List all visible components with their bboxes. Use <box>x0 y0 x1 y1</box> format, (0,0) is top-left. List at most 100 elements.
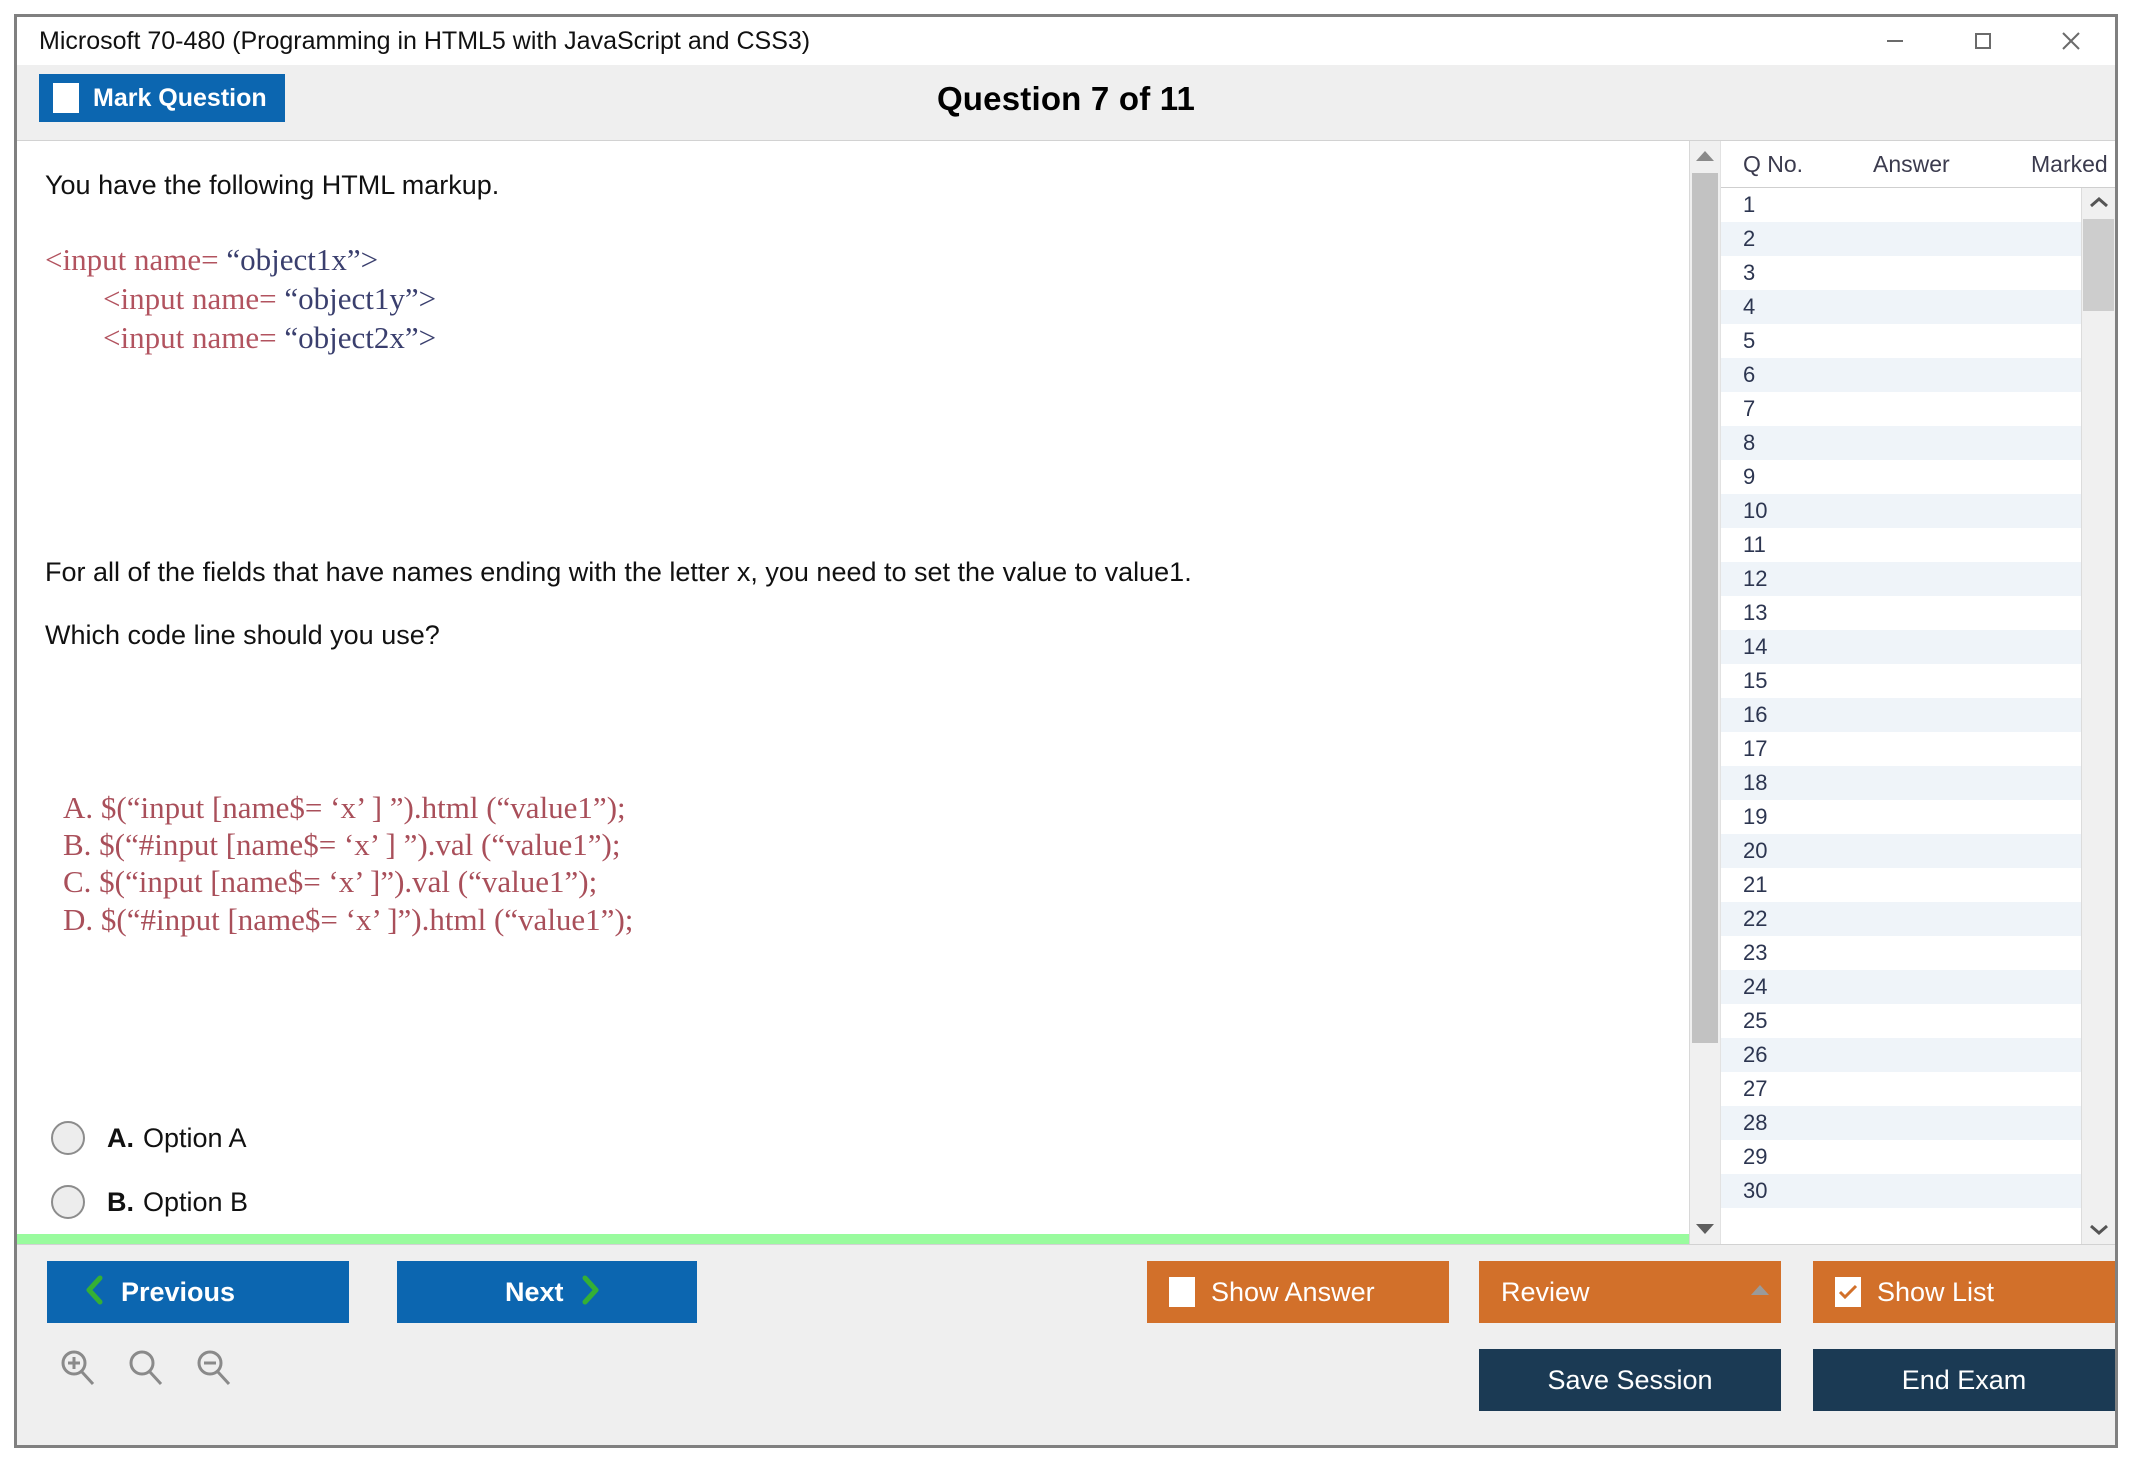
question-list-row-number: 1 <box>1721 192 1811 218</box>
show-answer-checkbox-icon[interactable] <box>1169 1277 1195 1307</box>
question-list-row-number: 12 <box>1721 566 1811 592</box>
question-list-row[interactable]: 11 <box>1721 528 2082 562</box>
save-session-button[interactable]: Save Session <box>1479 1349 1781 1411</box>
show-answer-button[interactable]: Show Answer <box>1147 1261 1449 1323</box>
question-list-row[interactable]: 7 <box>1721 392 2082 426</box>
question-list-row[interactable]: 26 <box>1721 1038 2082 1072</box>
question-list-row-number: 6 <box>1721 362 1811 388</box>
question-list-row[interactable]: 14 <box>1721 630 2082 664</box>
zoom-controls <box>57 1347 235 1394</box>
question-list-row[interactable]: 17 <box>1721 732 2082 766</box>
question-pane: You have the following HTML markup. <inp… <box>17 141 1689 1244</box>
window-controls <box>1851 17 2115 65</box>
code-option-line: A. $(“input [name$= ‘x’ ] ”).html (“valu… <box>63 789 633 826</box>
chevron-right-icon <box>580 1275 600 1310</box>
list-scroll-down-icon[interactable] <box>2082 1214 2115 1244</box>
question-list-row[interactable]: 6 <box>1721 358 2082 392</box>
question-list-row[interactable]: 18 <box>1721 766 2082 800</box>
list-scroll-up-icon[interactable] <box>2082 188 2115 218</box>
answer-option-b[interactable]: B. Option B <box>17 1170 1689 1234</box>
close-icon[interactable] <box>2027 17 2115 65</box>
question-list-row-number: 10 <box>1721 498 1811 524</box>
scroll-up-icon[interactable] <box>1690 141 1720 171</box>
previous-button[interactable]: Previous <box>47 1261 349 1323</box>
question-list-row[interactable]: 13 <box>1721 596 2082 630</box>
code-options-snippet: A. $(“input [name$= ‘x’ ] ”).html (“valu… <box>63 789 633 938</box>
question-list-scrollbar[interactable] <box>2081 188 2115 1244</box>
question-list-row[interactable]: 30 <box>1721 1174 2082 1208</box>
question-list-row[interactable]: 15 <box>1721 664 2082 698</box>
question-list-row-number: 17 <box>1721 736 1811 762</box>
question-list-row[interactable]: 19 <box>1721 800 2082 834</box>
question-list-row[interactable]: 12 <box>1721 562 2082 596</box>
question-list-row[interactable]: 29 <box>1721 1140 2082 1174</box>
question-list-pane: Q No. Answer Marked 12345678910111213141… <box>1720 141 2115 1244</box>
question-list-row-number: 7 <box>1721 396 1811 422</box>
column-header-answer: Answer <box>1873 151 1950 178</box>
markup-line: <input name= “object1y”> <box>45 280 436 319</box>
footer-toolbar: Previous Next Show Answer Review Show Li… <box>17 1244 2115 1445</box>
radio-icon[interactable] <box>51 1185 85 1219</box>
question-list-row[interactable]: 28 <box>1721 1106 2082 1140</box>
question-list-row[interactable]: 4 <box>1721 290 2082 324</box>
question-list-row-number: 26 <box>1721 1042 1811 1068</box>
answer-option-a[interactable]: A. Option A <box>17 1106 1689 1170</box>
markup-tag: <input name= <box>103 320 284 355</box>
markup-tag-close: > <box>419 320 436 355</box>
question-list-row[interactable]: 1 <box>1721 188 2082 222</box>
question-list-row[interactable]: 2 <box>1721 222 2082 256</box>
zoom-out-icon[interactable] <box>193 1347 235 1394</box>
next-button[interactable]: Next <box>397 1261 697 1323</box>
answer-option-c[interactable]: C. Option C <box>17 1234 1689 1244</box>
html-markup-snippet: <input name= “object1x”> <input name= “o… <box>45 241 436 357</box>
question-list-row[interactable]: 24 <box>1721 970 2082 1004</box>
header-bar: Mark Question Question 7 of 11 <box>17 65 2115 141</box>
list-scrollbar-thumb[interactable] <box>2083 219 2114 311</box>
review-button[interactable]: Review <box>1479 1261 1781 1323</box>
markup-tag-close: > <box>361 242 378 277</box>
question-list-row[interactable]: 23 <box>1721 936 2082 970</box>
question-list-row[interactable]: 10 <box>1721 494 2082 528</box>
markup-value: “object2x” <box>284 320 418 355</box>
question-list-row[interactable]: 5 <box>1721 324 2082 358</box>
question-list-row[interactable]: 27 <box>1721 1072 2082 1106</box>
question-list-row-number: 28 <box>1721 1110 1811 1136</box>
zoom-in-icon[interactable] <box>57 1347 99 1394</box>
maximize-icon[interactable] <box>1939 17 2027 65</box>
show-list-checkbox-icon[interactable] <box>1835 1277 1861 1307</box>
question-list-row-number: 11 <box>1721 532 1811 558</box>
save-session-label: Save Session <box>1547 1365 1712 1396</box>
question-list-row-number: 8 <box>1721 430 1811 456</box>
zoom-reset-icon[interactable] <box>125 1347 167 1394</box>
end-exam-button[interactable]: End Exam <box>1813 1349 2115 1411</box>
question-list-row[interactable]: 22 <box>1721 902 2082 936</box>
question-list-row[interactable]: 16 <box>1721 698 2082 732</box>
code-option-line: D. $(“#input [name$= ‘x’ ]”).html (“valu… <box>63 901 633 938</box>
question-list-row[interactable]: 20 <box>1721 834 2082 868</box>
question-list-rows[interactable]: 1234567891011121314151617181920212223242… <box>1721 188 2082 1244</box>
scroll-down-icon[interactable] <box>1690 1214 1720 1244</box>
question-list-row-number: 16 <box>1721 702 1811 728</box>
question-list-row[interactable]: 25 <box>1721 1004 2082 1038</box>
column-header-marked: Marked <box>2031 151 2108 178</box>
question-list-row[interactable]: 3 <box>1721 256 2082 290</box>
previous-label: Previous <box>121 1277 235 1308</box>
question-stem-line1: You have the following HTML markup. <box>45 169 499 201</box>
show-list-button[interactable]: Show List <box>1813 1261 2115 1323</box>
question-list-row[interactable]: 9 <box>1721 460 2082 494</box>
review-label: Review <box>1501 1277 1590 1308</box>
question-list-row[interactable]: 21 <box>1721 868 2082 902</box>
window-title: Microsoft 70-480 (Programming in HTML5 w… <box>39 27 810 56</box>
question-pane-scrollbar[interactable] <box>1689 141 1720 1244</box>
answer-label: Option B <box>143 1187 248 1218</box>
question-stem-line2: For all of the fields that have names en… <box>45 556 1192 588</box>
scrollbar-thumb[interactable] <box>1692 173 1718 1043</box>
show-list-label: Show List <box>1877 1277 1994 1308</box>
question-list-row[interactable]: 8 <box>1721 426 2082 460</box>
markup-line: <input name= “object1x”> <box>45 241 436 280</box>
minimize-icon[interactable] <box>1851 17 1939 65</box>
radio-icon[interactable] <box>51 1121 85 1155</box>
markup-tag: <input name= <box>45 242 226 277</box>
question-list-row-number: 18 <box>1721 770 1811 796</box>
question-list-row-number: 13 <box>1721 600 1811 626</box>
